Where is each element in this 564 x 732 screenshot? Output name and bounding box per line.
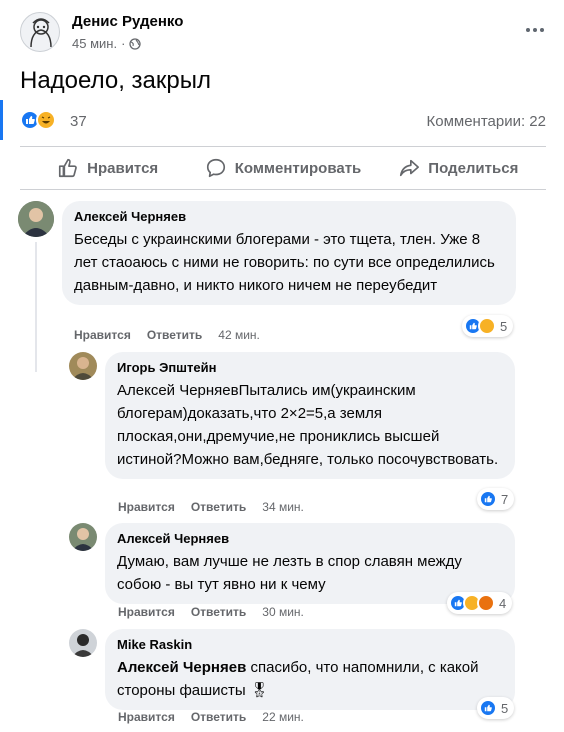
comment-icon <box>206 158 225 178</box>
reaction-count: 5 <box>501 700 509 716</box>
comment-reply-link[interactable]: Ответить <box>191 605 246 619</box>
author-name[interactable]: Денис Руденко <box>72 13 183 30</box>
comment-time[interactable]: 22 мин. <box>262 710 304 724</box>
comments-count[interactable]: Комментарии: 22 <box>427 113 547 130</box>
angry-reaction-icon <box>477 594 495 612</box>
medal-emoji: 🎖 <box>249 682 269 699</box>
divider <box>20 189 546 190</box>
reactions-summary: 37 Комментарии: 22 <box>20 110 546 134</box>
comment-reply-link[interactable]: Ответить <box>147 328 202 342</box>
post-meta: 45 мин. · <box>72 36 142 51</box>
comment-time[interactable]: 30 мин. <box>262 605 304 619</box>
comment-bubble: Алексей Черняев Беседы с украинскими бло… <box>62 201 516 305</box>
comment-like-link[interactable]: Нравится <box>118 605 175 619</box>
mention-link[interactable]: Алексей Черняев <box>117 659 246 676</box>
comment-time[interactable]: 34 мин. <box>262 500 304 514</box>
more-options-button[interactable] <box>520 20 550 40</box>
like-label: Нравится <box>87 159 159 177</box>
haha-reaction-icon <box>36 110 56 130</box>
comment-bubble: Mike Raskin Алексей Черняев спасибо, что… <box>105 629 515 710</box>
reaction-count[interactable]: 37 <box>70 113 87 130</box>
reaction-count: 7 <box>501 491 509 507</box>
comment-button[interactable]: Комментировать <box>195 148 370 188</box>
comment-like-link[interactable]: Нравится <box>118 710 175 724</box>
like-reaction-icon <box>479 699 497 717</box>
reaction-icons[interactable] <box>20 110 56 130</box>
commenter-name[interactable]: Mike Raskin <box>117 637 503 653</box>
share-button[interactable]: Поделиться <box>371 148 546 188</box>
comment-reply-link[interactable]: Ответить <box>191 500 246 514</box>
comment-text: Алексей ЧерняевПытались им(украинским бл… <box>117 382 499 468</box>
commenter-avatar[interactable] <box>69 352 97 380</box>
globe-icon <box>129 37 142 50</box>
commenter-avatar[interactable] <box>69 523 97 551</box>
comment-reactions[interactable]: 5 <box>462 315 514 337</box>
comment-actions: Нравится Ответить 30 мин. <box>118 605 304 619</box>
comment: Mike Raskin Алексей Черняев спасибо, что… <box>69 629 549 710</box>
commenter-name[interactable]: Алексей Черняев <box>117 531 503 547</box>
comment: Игорь Эпштейн Алексей ЧерняевПытались им… <box>69 352 549 492</box>
post-text: Надоело, закрыл <box>20 67 211 94</box>
comment-bubble: Игорь Эпштейн Алексей ЧерняевПытались им… <box>105 352 515 479</box>
comment-like-link[interactable]: Нравится <box>74 328 131 342</box>
like-button[interactable]: Нравится <box>20 148 195 188</box>
comment-time[interactable]: 42 мин. <box>218 328 260 342</box>
commenter-avatar[interactable] <box>69 629 97 657</box>
comment-actions: Нравится Ответить 42 мин. <box>74 328 260 342</box>
post-time[interactable]: 45 мин. <box>72 36 117 51</box>
comment-reactions[interactable]: 5 <box>477 697 515 719</box>
comment-label: Комментировать <box>234 159 362 177</box>
author-avatar[interactable] <box>20 12 60 52</box>
thumbs-up-icon <box>59 158 77 178</box>
commenter-name[interactable]: Игорь Эпштейн <box>117 360 503 376</box>
reaction-count: 4 <box>499 595 507 611</box>
comment-actions: Нравится Ответить 34 мин. <box>118 500 304 514</box>
post-header: Денис Руденко 45 мин. · <box>20 12 550 56</box>
commenter-avatar[interactable] <box>18 201 54 237</box>
comment-like-link[interactable]: Нравится <box>118 500 175 514</box>
comment-reactions[interactable]: 7 <box>477 488 515 510</box>
divider <box>20 146 546 147</box>
like-reaction-icon <box>479 490 497 508</box>
comment-text: Беседы с украинскими блогерами - это тще… <box>74 231 495 294</box>
post-actions: Нравится Комментировать Поделиться <box>20 148 546 188</box>
share-label: Поделиться <box>428 159 519 177</box>
comment-reply-link[interactable]: Ответить <box>191 710 246 724</box>
share-icon <box>400 159 420 177</box>
haha-reaction-icon <box>478 317 496 335</box>
comment-actions: Нравится Ответить 22 мин. <box>118 710 304 724</box>
comment-text: Алексей Черняев спасибо, что напомнили, … <box>117 656 503 702</box>
comment-reactions[interactable]: 4 <box>447 592 513 614</box>
commenter-name[interactable]: Алексей Черняев <box>74 209 504 225</box>
reaction-count: 5 <box>500 318 508 334</box>
focus-bar <box>0 100 3 140</box>
comment-text: Думаю, вам лучше не лезть в спор славян … <box>117 553 462 593</box>
